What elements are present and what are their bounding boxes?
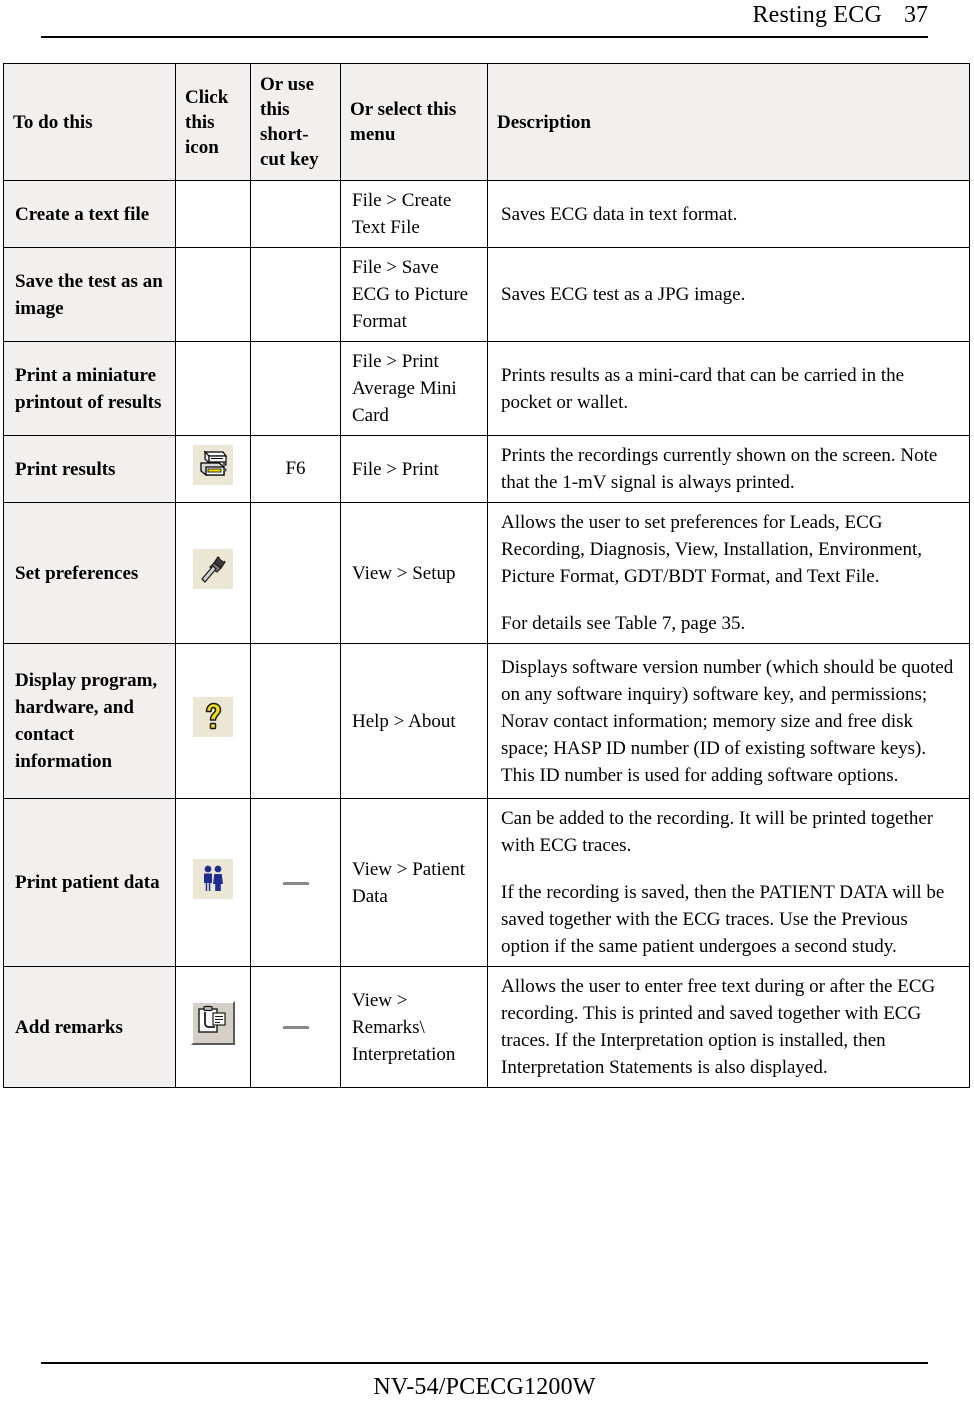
- table-row: Add remarks View > Remarks\ Interpretati…: [3, 966, 970, 1088]
- row-menu-path: File > Print: [340, 435, 488, 503]
- row-description-paragraph: Saves ECG data in text format.: [501, 203, 738, 225]
- table-header-row: To do this Click this icon Or use this s…: [3, 63, 970, 181]
- row-description-paragraph-2: For details see Table 7, page 35.: [501, 613, 746, 634]
- row-description-paragraph: Allows the user to enter free text durin…: [501, 976, 936, 1078]
- column-header-description: Description: [487, 63, 970, 181]
- page-running-footer: NV-54/PCECG1200W: [41, 1362, 928, 1402]
- row-description: Displays software version number (which …: [487, 643, 970, 799]
- page-title: Resting ECG: [752, 2, 882, 28]
- row-shortcut-cell: [250, 502, 341, 644]
- table-row: Print results F6 File > Print Prints the…: [3, 435, 970, 503]
- row-description-paragraph: Saves ECG test as a JPG image.: [501, 284, 746, 305]
- column-header-shortcut: Or use this short-cut key: [250, 63, 341, 181]
- question-mark-help-icon[interactable]: [193, 697, 233, 737]
- row-icon-cell: [175, 502, 251, 644]
- row-menu-path: View > Patient Data: [340, 798, 488, 967]
- row-description-paragraph: Can be added to the recording. It will b…: [501, 808, 934, 856]
- row-description: Allows the user to set preferences for L…: [487, 502, 970, 644]
- row-description: Allows the user to enter free text durin…: [487, 966, 970, 1088]
- row-icon-cell: [175, 247, 251, 342]
- header-inner: Resting ECG 37: [752, 0, 928, 30]
- em-dash-placeholder: [282, 881, 309, 885]
- row-task-label: Display program, hardware, and contact i…: [3, 643, 176, 799]
- table-row: Save the test as an image File > Save EC…: [3, 247, 970, 342]
- row-description: Prints the recordings currently shown on…: [487, 435, 970, 503]
- toolbar-commands-table: To do this Click this icon Or use this s…: [3, 63, 970, 1088]
- row-task-label: Create a text file: [3, 180, 176, 248]
- row-shortcut-cell: F6: [250, 435, 341, 503]
- column-header-task: To do this: [3, 63, 176, 181]
- clipboard-remarks-icon[interactable]: [191, 1001, 235, 1045]
- page-running-header: Resting ECG 37: [41, 0, 928, 38]
- row-icon-cell: [175, 180, 251, 248]
- row-menu-path: File > Print Average Mini Card: [340, 341, 488, 436]
- footer-document-code: NV-54/PCECG1200W: [373, 1374, 596, 1400]
- row-description-paragraph: Allows the user to set preferences for L…: [501, 512, 923, 587]
- row-task-label: Print results: [3, 435, 176, 503]
- row-menu-path: File > Save ECG to Picture Format: [340, 247, 488, 342]
- row-task-label: Set preferences: [3, 502, 176, 644]
- row-shortcut-cell: [250, 247, 341, 342]
- table-row: Print patient data View > Patient Data C…: [3, 798, 970, 967]
- row-menu-path: File > Create Text File: [340, 180, 488, 248]
- row-icon-cell: [175, 643, 251, 799]
- row-icon-cell: [175, 341, 251, 436]
- row-icon-cell: [175, 798, 251, 967]
- two-people-patient-icon[interactable]: [193, 858, 233, 899]
- row-shortcut-cell: [250, 966, 341, 1088]
- row-description-paragraph: Prints results as a mini-card that can b…: [501, 364, 905, 413]
- table-row: Print a miniature printout of results Fi…: [3, 341, 970, 436]
- row-description: Saves ECG data in text format.: [487, 180, 970, 248]
- row-shortcut-cell: [250, 180, 341, 248]
- row-description-paragraph-2: If the recording is saved, then the PATI…: [501, 882, 945, 957]
- row-description: Saves ECG test as a JPG image.: [487, 247, 970, 342]
- row-task-label: Save the test as an image: [3, 247, 176, 342]
- table-row: Display program, hardware, and contact i…: [3, 643, 970, 799]
- row-shortcut-cell: [250, 341, 341, 436]
- row-menu-path: View > Setup: [340, 502, 488, 644]
- hammer-tool-icon[interactable]: [193, 549, 233, 589]
- row-menu-path: View > Remarks\ Interpretation: [340, 966, 488, 1088]
- row-description: Can be added to the recording. It will b…: [487, 798, 970, 967]
- row-description-paragraph: Prints the recordings currently shown on…: [501, 445, 938, 493]
- row-task-label: Print a miniature printout of results: [3, 341, 176, 436]
- row-icon-cell: [175, 966, 251, 1088]
- row-task-label: Add remarks: [3, 966, 176, 1088]
- column-header-icon: Click this icon: [175, 63, 251, 181]
- row-task-label: Print patient data: [3, 798, 176, 967]
- column-header-menu: Or select this menu: [340, 63, 488, 181]
- table-row: Set preferences View > Setup Allows the …: [3, 502, 970, 644]
- row-description-paragraph: Displays software version number (which …: [501, 656, 954, 786]
- page-number: 37: [904, 2, 928, 28]
- row-menu-path: Help > About: [340, 643, 488, 799]
- row-description: Prints results as a mini-card that can b…: [487, 341, 970, 436]
- table-row: Create a text file File > Create Text Fi…: [3, 180, 970, 248]
- row-shortcut-cell: [250, 798, 341, 967]
- printer-icon[interactable]: [193, 445, 233, 485]
- row-icon-cell: [175, 435, 251, 503]
- row-shortcut-cell: [250, 643, 341, 799]
- em-dash-placeholder: [282, 1026, 309, 1030]
